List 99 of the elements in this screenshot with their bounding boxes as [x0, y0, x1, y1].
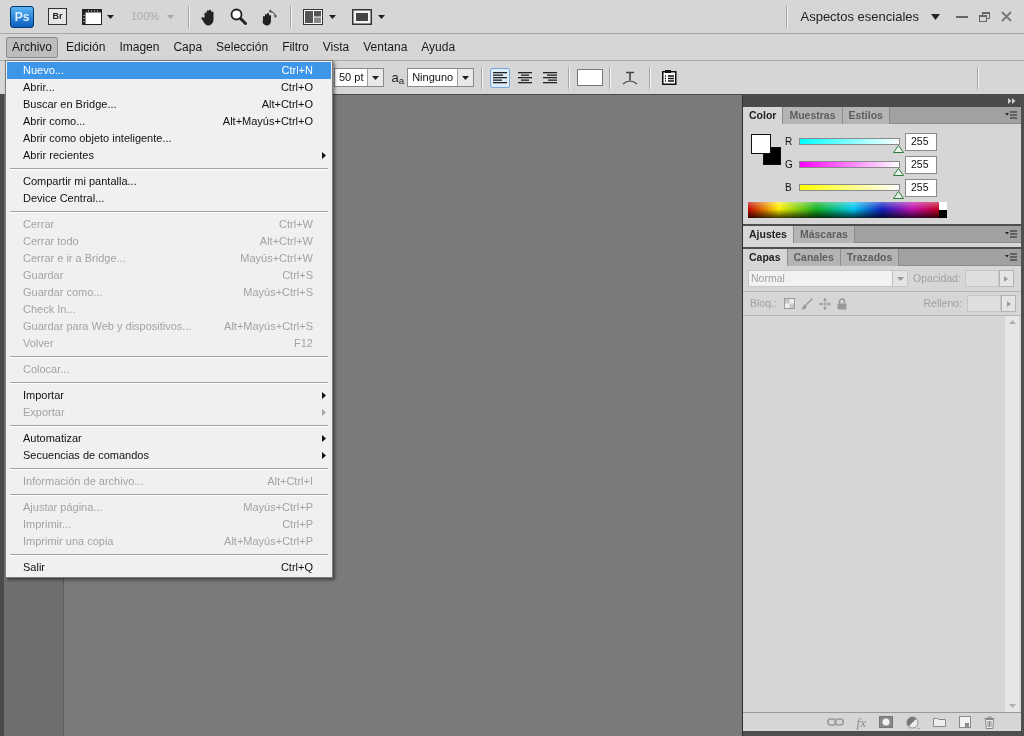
window-grid-icon: [303, 8, 324, 25]
shortcut-text: Ctrl+W: [279, 217, 313, 233]
align-left-icon: [493, 71, 508, 84]
panel-tab[interactable]: Color: [743, 107, 784, 124]
shortcut-text: Mayús+Ctrl+W: [240, 251, 313, 267]
foreground-color-swatch[interactable]: [751, 134, 771, 154]
menu-bar-item[interactable]: Ventana: [357, 36, 414, 58]
menu-item[interactable]: Abrir como objeto inteligente...: [7, 130, 331, 147]
slider-thumb[interactable]: [893, 145, 904, 153]
workspace-menu[interactable]: Aspectos esenciales: [800, 5, 940, 28]
align-button[interactable]: [490, 67, 511, 88]
page-icon[interactable]: [959, 716, 971, 728]
menu-bar-item[interactable]: Selección: [210, 36, 275, 58]
ruler-frame-icon: [82, 8, 102, 25]
caret-icon: [462, 75, 470, 80]
text-color-swatch[interactable]: [577, 69, 604, 86]
close-icon: [1000, 11, 1012, 22]
slider-thumb[interactable]: [893, 168, 904, 176]
submenu-arrow-icon: [322, 152, 326, 159]
menu-item[interactable]: Secuencias de comandos: [7, 447, 331, 464]
panel-tab[interactable]: Ajustes: [743, 226, 794, 243]
font-size-select[interactable]: 50 pt: [334, 68, 385, 87]
menu-item[interactable]: Abrir... Ctrl+O: [7, 79, 331, 96]
submenu-arrow-icon: [322, 392, 326, 399]
shortcut-text: Alt+Ctrl+W: [259, 234, 313, 250]
restore-icon: [978, 11, 990, 22]
caret-icon: [896, 276, 904, 281]
align-right-icon: [543, 71, 558, 84]
folder-icon[interactable]: [933, 717, 946, 727]
panel-menu-icon: [1005, 253, 1017, 261]
list-panel-icon: [661, 70, 677, 85]
caret-icon: [107, 14, 114, 19]
shortcut-text: Ctrl+Q: [280, 560, 313, 576]
triangle-right-icon: [1006, 300, 1011, 307]
mask-icon[interactable]: [879, 716, 893, 728]
slider-thumb[interactable]: [893, 191, 904, 199]
antialias-label: a$_{a}$: [391, 71, 405, 84]
menu-bar-item[interactable]: Imagen: [113, 36, 166, 58]
shortcut-text: Alt+Mayús+Ctrl+S: [224, 319, 313, 335]
screen-frame-icon: [352, 8, 373, 25]
double-chevron-icon[interactable]: [1008, 98, 1016, 104]
shortcut-text: Alt+Mayús+Ctrl+O: [222, 114, 313, 130]
shortcut-text: Ctrl+N: [281, 63, 313, 79]
channel-label: G: [785, 158, 794, 172]
menu-item[interactable]: Buscar en Bridge... Alt+Ctrl+O: [7, 96, 331, 113]
minimize-icon: [956, 15, 968, 18]
menu-bar-item[interactable]: Archivo: [6, 36, 58, 58]
panel-menu-icon: [1005, 230, 1017, 238]
value-field[interactable]: 255: [905, 132, 937, 151]
menu-bar-item[interactable]: Capa: [167, 36, 209, 58]
menu-item[interactable]: Abrir como... Alt+Mayús+Ctrl+O: [7, 113, 331, 130]
panel-menu-icon: [1005, 111, 1017, 119]
hand-rotate-icon: [260, 7, 279, 26]
menu-item[interactable]: Importar: [7, 387, 331, 404]
color-spectrum-bar[interactable]: [748, 202, 939, 218]
channel-label: B: [785, 181, 793, 195]
split-swatch-icon[interactable]: [939, 202, 947, 218]
caret-icon: [378, 14, 386, 19]
menu-item[interactable]: Compartir mi pantalla...: [7, 173, 331, 190]
opacity-field[interactable]: [964, 270, 999, 287]
menu-item[interactable]: Abrir recientes: [7, 147, 331, 164]
triangle-right-icon: [1004, 275, 1009, 282]
submenu-arrow-icon: [322, 409, 326, 416]
bridge-button[interactable]: Br: [48, 8, 67, 25]
menu-item[interactable]: Salir Ctrl+Q: [7, 559, 331, 576]
shortcut-text: Ctrl+P: [282, 517, 313, 533]
checkerboard-icon[interactable]: [783, 298, 795, 309]
fill-field[interactable]: [967, 295, 1001, 312]
value-field[interactable]: 255: [905, 155, 937, 174]
menu-bar-item[interactable]: Filtro: [276, 36, 315, 58]
panels-toggle-button[interactable]: [660, 67, 679, 88]
menu-bar-item[interactable]: Vista: [316, 36, 356, 58]
channel-label: R: [785, 135, 794, 149]
caret-icon: [931, 13, 940, 20]
shortcut-text: Mayús+Ctrl+P: [243, 500, 313, 516]
shortcut-text: Mayús+Ctrl+S: [243, 285, 313, 301]
half-circle-icon[interactable]: [906, 715, 920, 729]
submenu-arrow-icon: [322, 435, 326, 442]
align-center-icon: [518, 71, 533, 84]
trash-icon[interactable]: [984, 715, 995, 729]
shortcut-text: Alt+Ctrl+O: [261, 97, 313, 113]
menu-bar-item[interactable]: Edición: [60, 36, 112, 58]
shortcut-text: F12: [294, 336, 313, 352]
caret-icon: [167, 14, 175, 19]
antialias-select[interactable]: Ninguno: [407, 68, 475, 87]
magnifier-icon: [230, 8, 248, 25]
value-field[interactable]: 255: [905, 178, 937, 197]
shortcut-text: Alt+Ctrl+I: [267, 474, 313, 490]
arrow-button[interactable]: [1001, 295, 1016, 312]
warp-text-icon: [622, 70, 639, 85]
menu-item[interactable]: Device Central...: [7, 190, 331, 207]
caret-icon: [329, 14, 337, 19]
shortcut-text: Ctrl+S: [282, 268, 313, 284]
menu-item[interactable]: Automatizar: [7, 430, 331, 447]
menu-bar-item[interactable]: Ayuda: [415, 36, 462, 58]
caret-icon: [372, 75, 380, 80]
shortcut-text: Alt+Mayús+Ctrl+P: [224, 534, 313, 550]
submenu-arrow-icon: [322, 452, 326, 459]
shortcut-text: Ctrl+O: [280, 80, 313, 96]
